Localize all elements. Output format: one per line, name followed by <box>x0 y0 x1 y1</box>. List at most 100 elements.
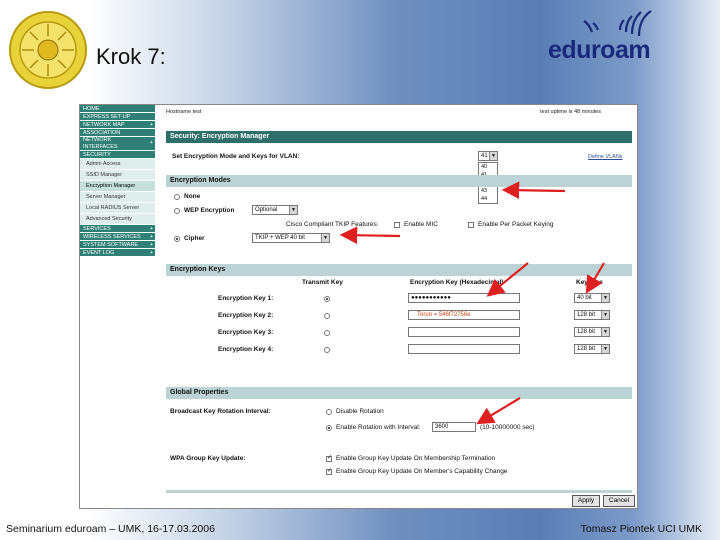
nav-services[interactable]: SERVICES + <box>80 225 155 233</box>
nav-network-map[interactable]: NETWORK MAP + <box>80 121 155 129</box>
expand-icon: + <box>149 226 153 232</box>
vlan-select[interactable]: 41 ▼ <box>478 151 498 161</box>
expand-icon: + <box>149 242 153 248</box>
cancel-button[interactable]: Cancel <box>603 495 635 507</box>
footer-bar <box>166 490 632 493</box>
expand-icon: + <box>149 122 153 128</box>
nav-home[interactable]: HOME <box>80 105 155 113</box>
transmit-key-radio[interactable] <box>324 347 330 353</box>
nav-label: HOME <box>83 106 100 112</box>
nav-event-log[interactable]: EVENT LOG + <box>80 249 155 257</box>
wpa-capability-checkbox[interactable] <box>326 467 332 475</box>
vlan-option[interactable]: 40 <box>479 163 497 171</box>
mode-none-radio[interactable] <box>174 194 180 200</box>
mode-cipher-label: Cipher <box>184 235 205 242</box>
cipher-select[interactable]: TKIP + WEP 40 bit ▼ <box>252 233 330 243</box>
key-size-select[interactable]: 40 bit ▼ <box>574 293 610 303</box>
global-properties-header: Global Properties <box>166 387 632 399</box>
encryption-key-input[interactable]: Torun = 546f72756e <box>408 310 520 320</box>
mode-cipher-radio[interactable] <box>174 236 180 242</box>
nav-label: Local RADIUS Server <box>86 205 140 211</box>
wpa-membership-label: Enable Group Key Update On Membership Te… <box>336 455 496 462</box>
transmit-key-radio[interactable] <box>324 313 330 319</box>
nav-network-interfaces[interactable]: NETWORK INTERFACES + <box>80 137 155 151</box>
nav-association[interactable]: ASSOCIATION <box>80 129 155 137</box>
disable-rotation-label: Disable Rotation <box>336 408 384 415</box>
mode-wep-radio[interactable] <box>174 208 180 214</box>
nav-label: WIRELESS SERVICES <box>83 234 141 240</box>
apply-button[interactable]: Apply <box>572 495 600 507</box>
wpa-group-key-label: WPA Group Key Update: <box>170 455 246 462</box>
nav-express-setup[interactable]: EXPRESS SET-UP <box>80 113 155 121</box>
encryption-key-input[interactable]: ●●●●●●●●●●● <box>408 293 520 303</box>
vlan-option[interactable]: 44 <box>479 195 497 203</box>
nav-label: Encryption Manager <box>86 183 136 189</box>
footer-right: Tomasz Piontek UCI UMK <box>580 523 702 535</box>
nav-label: Advanced Security <box>86 216 132 222</box>
nav-label: SERVICES <box>83 226 111 232</box>
nav-label: SECURITY <box>83 152 111 158</box>
nav-admin-access[interactable]: Admin Access <box>80 159 155 170</box>
key-size-value: 128 bit <box>577 312 596 318</box>
wpa-membership-checkbox[interactable] <box>326 454 332 462</box>
rotation-interval-label: Broadcast Key Rotation Interval: <box>170 408 271 415</box>
sidebar-nav: HOME EXPRESS SET-UP NETWORK MAP + ASSOCIA… <box>80 105 155 257</box>
encryption-key-input[interactable] <box>408 344 520 354</box>
nav-label: SYSTEM SOFTWARE <box>83 242 139 248</box>
mode-none-label: None <box>184 193 201 200</box>
nav-system-software[interactable]: SYSTEM SOFTWARE + <box>80 241 155 249</box>
nav-server-manager[interactable]: Server Manager <box>80 192 155 203</box>
nav-label: EXPRESS SET-UP <box>83 114 131 120</box>
enable-mic-label: Enable MIC <box>404 221 438 228</box>
nav-wireless-services[interactable]: WIRELESS SERVICES + <box>80 233 155 241</box>
nav-label: NETWORK MAP <box>83 122 125 128</box>
key-label: Encryption Key 1: <box>218 295 274 302</box>
key-size-select[interactable]: 128 bit ▼ <box>574 327 610 337</box>
key-size-column: Key Size <box>576 279 603 286</box>
enable-per-packet-checkbox[interactable] <box>468 222 474 228</box>
nav-label: EVENT LOG <box>83 250 115 256</box>
encryption-key-column: Encryption Key (Hexadecimal) <box>410 279 504 286</box>
vlan-label: Set Encryption Mode and Keys for VLAN: <box>172 153 300 160</box>
nav-label: ASSOCIATION <box>83 130 121 136</box>
footer-left: Seminarium eduroam – UMK, 16-17.03.2006 <box>6 523 215 535</box>
nav-label: NETWORK INTERFACES <box>83 137 118 150</box>
key-size-select[interactable]: 128 bit ▼ <box>574 344 610 354</box>
vlan-option[interactable]: 43 <box>479 187 497 195</box>
define-vlans-link[interactable]: Define VLANs <box>588 154 623 160</box>
eduroam-logo: eduroam <box>542 10 672 64</box>
hostname-label: Hostname test <box>166 109 202 115</box>
enable-per-packet-label: Enable Per Packet Keying <box>478 221 554 228</box>
nav-label: SSID Manager <box>86 172 123 178</box>
encryption-key-input[interactable] <box>408 327 520 337</box>
cisco-tkip-label: Cisco Compliant TKIP Features: <box>286 221 379 228</box>
nav-ssid-manager[interactable]: SSID Manager <box>80 170 155 181</box>
wep-mode-select[interactable]: Optional ▼ <box>252 205 298 215</box>
chevron-down-icon: ▼ <box>601 294 609 302</box>
wpa-capability-label: Enable Group Key Update On Member's Capa… <box>336 468 508 475</box>
nav-local-radius-server[interactable]: Local RADIUS Server <box>80 203 155 214</box>
encryption-modes-header: Encryption Modes <box>166 175 632 187</box>
interval-hint: (10-10000000 sec) <box>480 424 535 431</box>
vlan-selected-value: 41 <box>481 153 488 159</box>
transmit-key-radio[interactable] <box>324 330 330 336</box>
transmit-key-radio[interactable] <box>324 296 330 302</box>
transmit-key-column: Transmit Key <box>302 279 343 286</box>
access-point-config-screenshot: HOME EXPRESS SET-UP NETWORK MAP + ASSOCIA… <box>79 104 638 509</box>
university-seal-icon <box>9 11 87 89</box>
enable-mic-checkbox[interactable] <box>394 222 400 228</box>
nav-label: Server Manager <box>86 194 126 200</box>
enable-rotation-radio[interactable] <box>326 425 332 431</box>
disable-rotation-radio[interactable] <box>326 409 332 415</box>
chevron-down-icon: ▼ <box>601 311 609 319</box>
key-size-select[interactable]: 128 bit ▼ <box>574 310 610 320</box>
chevron-down-icon: ▼ <box>289 206 297 214</box>
mode-wep-label: WEP Encryption <box>184 207 235 214</box>
nav-security[interactable]: SECURITY <box>80 151 155 159</box>
chevron-down-icon: ▼ <box>601 328 609 336</box>
key-size-value: 128 bit <box>577 329 596 335</box>
expand-icon: + <box>149 140 153 146</box>
rotation-interval-input[interactable]: 3600 <box>432 422 476 432</box>
nav-advanced-security[interactable]: Advanced Security <box>80 214 155 225</box>
nav-encryption-manager[interactable]: Encryption Manager <box>80 181 155 192</box>
